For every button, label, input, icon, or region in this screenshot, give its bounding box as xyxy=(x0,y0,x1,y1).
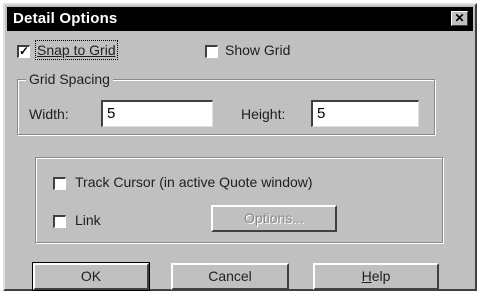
help-mnemonic: H xyxy=(361,268,372,284)
track-cursor-checkbox[interactable] xyxy=(53,177,66,190)
track-cursor-label[interactable]: Track Cursor (in active Quote window) xyxy=(75,174,313,190)
height-input[interactable]: 5 xyxy=(311,100,419,127)
detail-options-dialog: Detail Options ✕ ✓ Snap to Grid Show Gri… xyxy=(3,3,477,291)
ok-button[interactable]: OK xyxy=(32,262,150,291)
snap-to-grid-label[interactable]: Snap to Grid xyxy=(35,40,118,60)
close-icon[interactable]: ✕ xyxy=(451,11,468,26)
cancel-button[interactable]: Cancel xyxy=(171,263,289,290)
link-label[interactable]: Link xyxy=(75,212,101,228)
width-input[interactable]: 5 xyxy=(101,100,213,127)
height-label: Height: xyxy=(241,106,286,122)
help-label-rest: elp xyxy=(371,268,391,284)
help-button[interactable]: Help xyxy=(313,263,439,290)
dialog-title: Detail Options xyxy=(13,10,118,27)
options-button[interactable]: Options... xyxy=(211,205,337,232)
snap-to-grid-checkbox[interactable]: ✓ xyxy=(17,45,30,58)
title-bar[interactable]: Detail Options ✕ xyxy=(7,7,473,31)
show-grid-checkbox[interactable] xyxy=(205,45,218,58)
grid-spacing-legend: Grid Spacing xyxy=(26,71,113,87)
show-grid-label[interactable]: Show Grid xyxy=(225,42,290,58)
link-checkbox[interactable] xyxy=(53,215,66,228)
width-label: Width: xyxy=(29,106,69,122)
